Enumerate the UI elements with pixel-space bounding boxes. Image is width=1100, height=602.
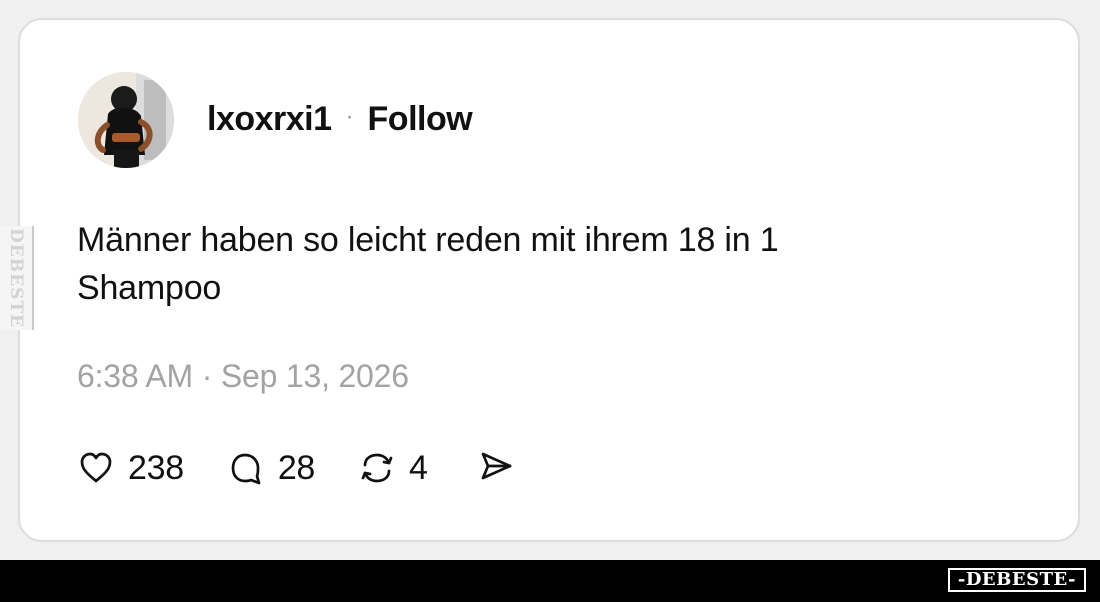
heart-icon [80, 452, 112, 483]
avatar-photo-icon [78, 72, 174, 168]
comment-count: 28 [277, 449, 316, 487]
post-screenshot-page: lxoxrxi1 · Follow Männer haben so leicht… [0, 0, 1100, 602]
footer-watermark: -DEBESTE- [947, 568, 1086, 592]
post-text-content: Männer haben so leicht reden mit ihrem 1… [77, 221, 779, 307]
like-count: 238 [128, 449, 184, 487]
speech-bubble-icon [231, 453, 261, 485]
repost-button[interactable]: 4 [357, 448, 428, 488]
send-icon [481, 452, 512, 479]
header-separator: · [345, 103, 354, 130]
post-header: lxoxrxi1 · Follow [207, 98, 473, 140]
username-link[interactable]: lxoxrxi1 [207, 100, 332, 139]
user-avatar[interactable] [78, 72, 174, 168]
post-card: lxoxrxi1 · Follow Männer haben so leicht… [18, 18, 1080, 542]
share-button[interactable] [476, 446, 516, 491]
post-text: Männer haben so leicht reden mit ihrem 1… [77, 216, 937, 312]
follow-button[interactable]: Follow [368, 100, 473, 139]
footer-bar: -DEBESTE- [0, 560, 1100, 602]
side-watermark-text: DEBESTE [6, 228, 27, 328]
repost-count: 4 [409, 449, 428, 487]
post-timestamp: 6:38 AM · Sep 13, 2026 [77, 358, 409, 394]
like-button[interactable]: 238 [76, 448, 184, 488]
side-watermark: DEBESTE [0, 226, 34, 330]
post-actions: 238 28 4 [76, 444, 516, 492]
comment-button[interactable]: 28 [226, 448, 315, 488]
repost-icon [361, 453, 393, 483]
